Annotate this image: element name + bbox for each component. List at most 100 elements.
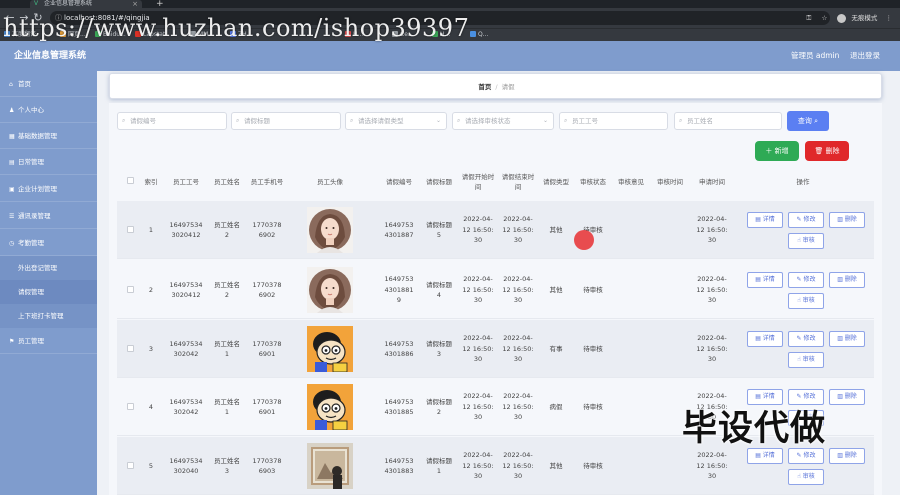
sidebar-item-attendance[interactable]: ◷ 考勤管理 xyxy=(0,230,97,256)
audit-button[interactable]: ☝ 审核 xyxy=(788,352,824,368)
grid-icon: ▦ xyxy=(9,133,15,140)
cell-index: 5 xyxy=(148,461,154,470)
sidebar-item-home[interactable]: ⌂ 首页 xyxy=(0,71,97,97)
app-title: 企业信息管理系统 xyxy=(14,51,87,61)
employee-avatar xyxy=(307,267,353,313)
doc-icon: ▤ xyxy=(755,216,763,223)
row-checkbox[interactable] xyxy=(127,462,134,469)
audit-button[interactable]: ☝ 审核 xyxy=(788,233,824,249)
chevron-down-icon: ⌄ xyxy=(435,117,441,124)
audit-status-select[interactable]: ⌕ 请选择审核状态 ⌄ xyxy=(452,112,554,130)
leave-title-input[interactable]: ⌕ 请假标题 xyxy=(231,112,341,130)
breadcrumb-current: 请假 xyxy=(501,83,515,91)
star-icon[interactable]: ☆ xyxy=(821,14,827,22)
cell-end: 2022-04- 12 16:50: 30 xyxy=(502,215,534,245)
cell-title: 请假标题 4 xyxy=(426,280,452,300)
select-all-checkbox[interactable] xyxy=(127,177,134,184)
cell-apply-time: 2022-04- 12 16:50: 30 xyxy=(696,215,728,245)
cell-type: 有事 xyxy=(549,344,563,353)
audit-button[interactable]: ☝ 审核 xyxy=(788,293,824,309)
sidebar-item-employees[interactable]: ⚑ 员工管理 xyxy=(0,328,97,354)
logout-link[interactable]: 退出登录 xyxy=(850,41,880,71)
watermark-text: https://www.huzhan.com/ishop39397 xyxy=(3,14,470,42)
detail-button[interactable]: ▤ 详情 xyxy=(747,272,783,288)
browser-tab-strip: V 企业信息管理系统 × + xyxy=(0,0,900,9)
current-user: 管理员 admin xyxy=(791,51,840,60)
cell-opinion xyxy=(613,320,649,378)
sidebar-item-plan[interactable]: ▣ 企业计划管理 xyxy=(0,176,97,202)
new-tab-button[interactable]: + xyxy=(156,0,164,9)
cell-emp-no: 16497534 3020412 xyxy=(169,220,203,240)
cell-status: 待审核 xyxy=(583,344,603,353)
cell-emp-name: 员工姓名 1 xyxy=(214,339,240,359)
cell-phone: 1770378 6902 xyxy=(252,280,282,300)
flag-icon: ⚑ xyxy=(9,338,15,345)
col-phone: 员工手机号 xyxy=(250,178,284,186)
sidebar-subitem-clockin[interactable]: 上下班打卡管理 xyxy=(0,304,97,328)
sidebar-item-daily[interactable]: ▤ 日常管理 xyxy=(0,149,97,175)
cell-emp-no: 16497534 302042 xyxy=(169,339,203,359)
row-checkbox[interactable] xyxy=(127,226,134,233)
close-tab-icon[interactable]: × xyxy=(132,0,138,8)
key-icon[interactable]: ⚿ xyxy=(806,14,811,22)
home-icon: ⌂ xyxy=(9,81,13,88)
col-leave-title: 请假标题 xyxy=(426,178,452,186)
sidebar-item-contacts[interactable]: ☰ 通讯录管理 xyxy=(0,203,97,229)
bookmark-icon xyxy=(470,31,476,37)
row-checkbox[interactable] xyxy=(127,345,134,352)
cell-title: 请假标题 2 xyxy=(426,397,452,417)
employee-name-input[interactable]: ⌕ 员工姓名 xyxy=(674,112,782,130)
cell-leave-no: 1649753 4301881 9 xyxy=(384,275,414,305)
leave-no-input[interactable]: ⌕ 请假编号 xyxy=(117,112,227,130)
clock-icon: ◷ xyxy=(9,240,15,247)
breadcrumb-home[interactable]: 首页 xyxy=(478,83,491,91)
batch-delete-button[interactable]: 🗑 删除 xyxy=(805,141,849,161)
menu-dots-icon[interactable]: ⋮ xyxy=(886,14,893,22)
row-checkbox[interactable] xyxy=(127,403,134,410)
search-button[interactable]: 查询 ⌕ xyxy=(787,111,829,131)
cell-audit-time xyxy=(652,261,688,319)
cell-start: 2022-04- 12 16:50: 30 xyxy=(462,215,494,245)
cell-phone: 1770378 6901 xyxy=(252,339,282,359)
col-emp-no: 员工工号 xyxy=(173,178,199,186)
edit-button[interactable]: ✎ 修改 xyxy=(788,272,824,288)
employee-avatar xyxy=(307,207,353,253)
chevron-down-icon: ⌄ xyxy=(542,117,548,124)
search-icon: ⌕ xyxy=(814,117,819,125)
profile-area[interactable]: ⚿ ☆ 无痕模式 ⋮ xyxy=(806,12,892,24)
sidebar-item-profile[interactable]: ♟ 个人中心 xyxy=(0,97,97,123)
col-start-time: 请假开始时间 xyxy=(461,173,495,191)
table-row: 2 16497534 3020412 员工姓名 2 1770378 6902 16497… xyxy=(117,261,874,319)
edit-button[interactable]: ✎ 修改 xyxy=(788,331,824,347)
bookmark-item[interactable]: Q... xyxy=(470,29,488,41)
sidebar-subitem-leave[interactable]: 请假管理 xyxy=(0,280,97,304)
edit-button[interactable]: ✎ 修改 xyxy=(788,212,824,228)
cell-emp-name: 员工姓名 3 xyxy=(214,456,240,476)
col-leave-no: 请假编号 xyxy=(386,178,412,186)
audit-button[interactable]: ☝ 审核 xyxy=(788,469,824,485)
cell-emp-name: 员工姓名 2 xyxy=(214,220,240,240)
cell-leave-no: 1649753 4301886 xyxy=(384,339,414,359)
employee-no-input[interactable]: ⌕ 员工工号 xyxy=(559,112,668,130)
leave-type-select[interactable]: ⌕ 请选择请假类型 ⌄ xyxy=(345,112,447,130)
cell-opinion xyxy=(613,261,649,319)
browser-tab[interactable]: V 企业信息管理系统 × xyxy=(30,0,142,8)
delete-button[interactable]: ▥ 删除 xyxy=(829,448,865,464)
delete-button[interactable]: ▥ 删除 xyxy=(829,272,865,288)
cell-type: 其他 xyxy=(549,225,563,234)
sidebar-item-basic-data[interactable]: ▦ 基础数据管理 xyxy=(0,123,97,149)
add-button[interactable]: ＋ 新增 xyxy=(755,141,799,161)
doc-icon: ▤ xyxy=(755,335,763,342)
mouse-cursor-highlight xyxy=(574,230,594,250)
cell-start: 2022-04- 12 16:50: 30 xyxy=(462,392,494,422)
col-index: 索引 xyxy=(144,178,158,186)
row-checkbox[interactable] xyxy=(127,286,134,293)
breadcrumb: 首页 / 请假 xyxy=(109,73,882,99)
detail-button[interactable]: ▤ 详情 xyxy=(747,331,783,347)
cell-emp-no: 16497534 302042 xyxy=(169,397,203,417)
sidebar-subitem-outing[interactable]: 外出登记管理 xyxy=(0,256,97,280)
detail-button[interactable]: ▤ 详情 xyxy=(747,212,783,228)
delete-button[interactable]: ▥ 删除 xyxy=(829,331,865,347)
delete-button[interactable]: ▥ 删除 xyxy=(829,389,865,405)
delete-button[interactable]: ▥ 删除 xyxy=(829,212,865,228)
